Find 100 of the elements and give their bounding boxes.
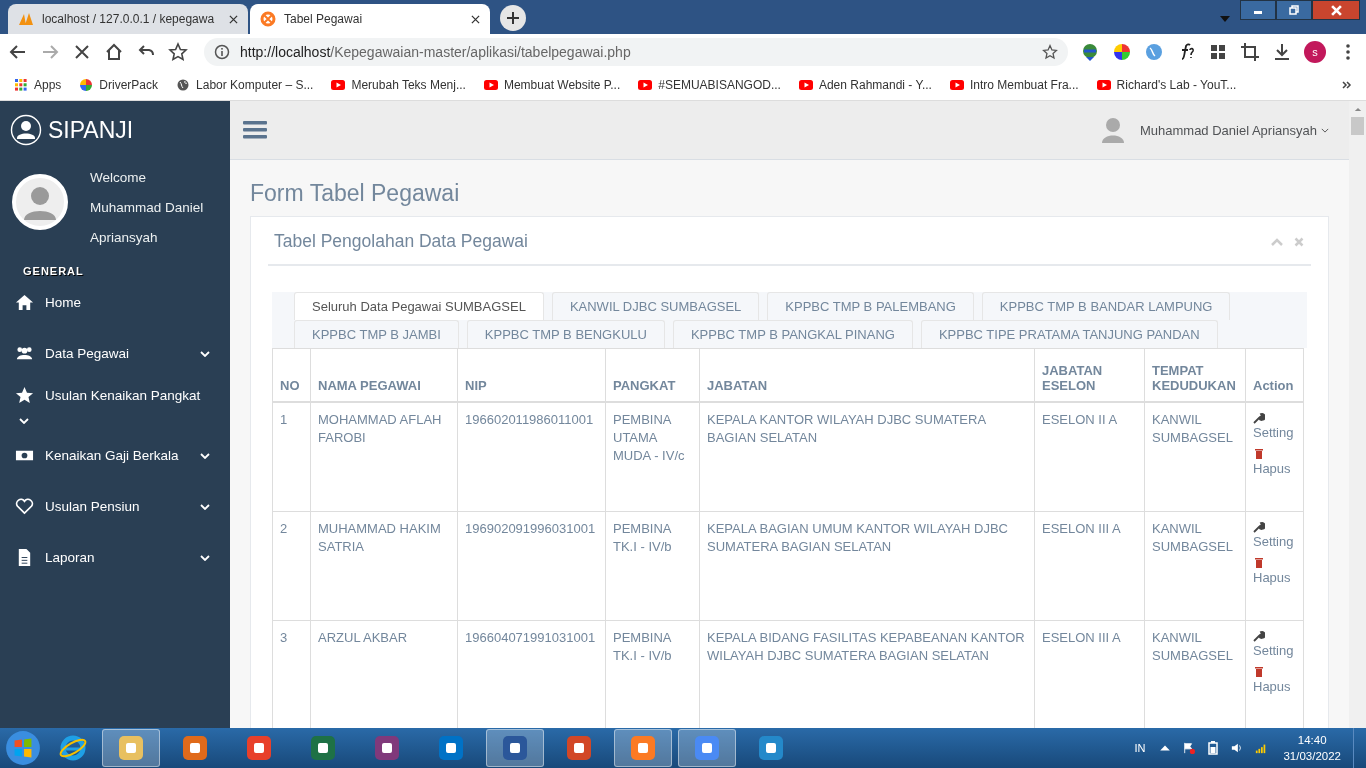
tab[interactable]: KPPBC TMP B PALEMBANG [767,292,974,320]
table-cell: KANWIL SUMBAGSEL [1152,412,1233,445]
column-header: JABATAN ESELON [1042,363,1103,393]
crop-icon[interactable] [1240,42,1260,62]
speaker-icon[interactable] [1231,741,1244,755]
user-menu[interactable]: Muhammad Daniel Apriansyah [1139,122,1317,138]
tab[interactable]: KPPBC TMP B JAMBI [294,320,459,348]
browser-tab[interactable]: Tabel Pegawai [250,4,490,34]
menu-item[interactable]: Laporan [0,532,230,583]
bookmark-link[interactable]: Aden Rahmandi - Y... [798,78,932,92]
globe-arrow-icon[interactable] [1080,42,1100,62]
action-link[interactable]: Hapus [1253,678,1296,696]
avatar-icon [12,174,68,230]
table-cell: MOHAMMAD AFLAH FAROBI [318,412,442,445]
profile-button[interactable]: s [1304,41,1326,63]
clock-time: 14:40 [1297,733,1327,748]
table-cell: ESELON II A [1042,412,1118,427]
bookmark-link[interactable]: Intro Membuat Fra... [949,78,1079,92]
restore-icon [1289,5,1299,15]
start-button[interactable] [4,729,42,767]
bookmark-link[interactable]: Labor Komputer – S... [176,78,314,92]
tab[interactable]: Seluruh Data Pegawai SUMBAGSEL [294,292,544,320]
globe-icon[interactable] [1144,42,1164,62]
menu-item[interactable]: Data Pegawai [0,328,230,379]
tab[interactable]: KPPBC TMP B BANDAR LAMPUNG [981,292,1231,320]
table-cell: KEPALA BAGIAN UMUM KANTOR WILAYAH DJBC SUMATERA BAGIAN SELATAN [707,521,1008,554]
taskbar-button[interactable] [614,729,672,767]
close-icon[interactable] [471,14,480,24]
bookmark-link[interactable]: #SEMUABISANGOD... [638,78,781,92]
bookmark-link[interactable]: Membuat Website P... [483,78,621,92]
tab[interactable]: KPPBC TMP B BENGKULU [466,320,665,348]
taskbar-button[interactable] [486,729,544,767]
close-button[interactable] [1312,0,1360,20]
scrollbar[interactable] [1349,101,1366,728]
menu-item[interactable]: Kenaikan Gaji Berkala [0,430,230,481]
welcome-text: Welcome [90,169,148,187]
bookmark-link[interactable]: Richard's Lab - YouT... [1096,78,1237,92]
star-icon[interactable] [168,42,188,62]
table-cell: 196602011986011001 [465,412,594,427]
table-cell: ESELON III A [1042,630,1121,645]
column-header: Action [1253,378,1294,393]
tab[interactable]: KPPBC TIPE PRATAMA TANJUNG PANDAN [920,320,1218,348]
home-icon[interactable] [104,42,124,62]
trash-icon [1253,448,1265,460]
more-bookmarks-icon[interactable] [1342,81,1352,89]
action-link[interactable]: Setting [1253,533,1296,551]
download-icon[interactable] [1272,42,1292,62]
menu-item[interactable]: Home [0,277,230,328]
scroll-up-icon[interactable] [1353,107,1362,112]
dropdown-icon[interactable] [1220,16,1230,22]
table-cell: 1 [280,412,288,427]
panel-title: Tabel Pengolahan Data Pegawai [274,231,528,252]
action-link[interactable]: Setting [1253,642,1296,660]
trash-icon [1253,666,1265,678]
table-cell: PEMBINA UTAMA MUDA - IV/c [613,412,685,463]
restore-button[interactable] [1276,0,1312,20]
grid-icon[interactable] [1208,42,1228,62]
heart-icon [15,497,34,516]
address-bar[interactable]: http://localhost/Kepegawaian-master/aplikasi/tabelpegawai.php [204,38,1068,66]
bookmark-link[interactable]: Apps [14,78,62,92]
welcome-text: Apriansyah [90,229,159,247]
table-cell: KANWIL SUMBAGSEL [1152,521,1233,554]
tab[interactable]: KANWIL DJBC SUMBAGSEL [551,292,760,320]
apps-grid-icon [14,79,28,91]
action-link[interactable]: Hapus [1253,460,1296,478]
menu-item[interactable]: Usulan Pensiun [0,481,230,532]
battery-icon[interactable] [1207,741,1220,755]
play-icon [331,79,346,91]
page-title: Form Tabel Pegawai [250,180,461,207]
menu-item[interactable]: Usulan Kenaikan Pangkat [0,379,230,430]
bookmark-link[interactable]: Merubah Teks Menj... [331,78,466,92]
language-indicator[interactable]: IN [1134,742,1146,754]
new-tab-button[interactable] [500,5,526,31]
wrench-icon [1253,521,1265,533]
browser-tab[interactable]: localhost / 127.0.0.1 / kepegawa [8,4,248,34]
home-icon [15,293,34,312]
table-cell: PEMBINA TK.I - IV/b [613,521,672,554]
minimize-button[interactable] [1240,0,1276,20]
close-icon[interactable] [229,14,238,24]
table-cell: 196604071991031001 [465,630,596,645]
flag-icon[interactable] [1183,741,1196,755]
play-icon [798,79,813,91]
column-header: PANGKAT [613,378,676,393]
menu-icon[interactable] [243,120,267,140]
scrollbar-thumb[interactable] [1351,117,1364,135]
browser-icon[interactable] [58,733,88,763]
action-link[interactable]: Hapus [1253,569,1296,587]
action-link[interactable]: Setting [1253,424,1296,442]
table-cell: MUHAMMAD HAKIM SATRIA [318,521,441,554]
bookmark-link[interactable]: DriverPack [79,78,159,92]
taskbar-button[interactable] [102,729,160,767]
star-icon[interactable] [1042,44,1058,60]
color-wheel-icon[interactable] [1112,42,1132,62]
tab[interactable]: KPPBC TMP B PANGKAL PINANG [672,320,913,348]
chevron-down-icon [19,417,29,424]
column-header: NO [280,378,300,393]
close-icon [1330,4,1342,16]
chevron-down-icon[interactable] [1321,127,1329,133]
taskbar-button[interactable] [678,729,736,767]
table-cell: 196902091996031001 [465,521,596,536]
